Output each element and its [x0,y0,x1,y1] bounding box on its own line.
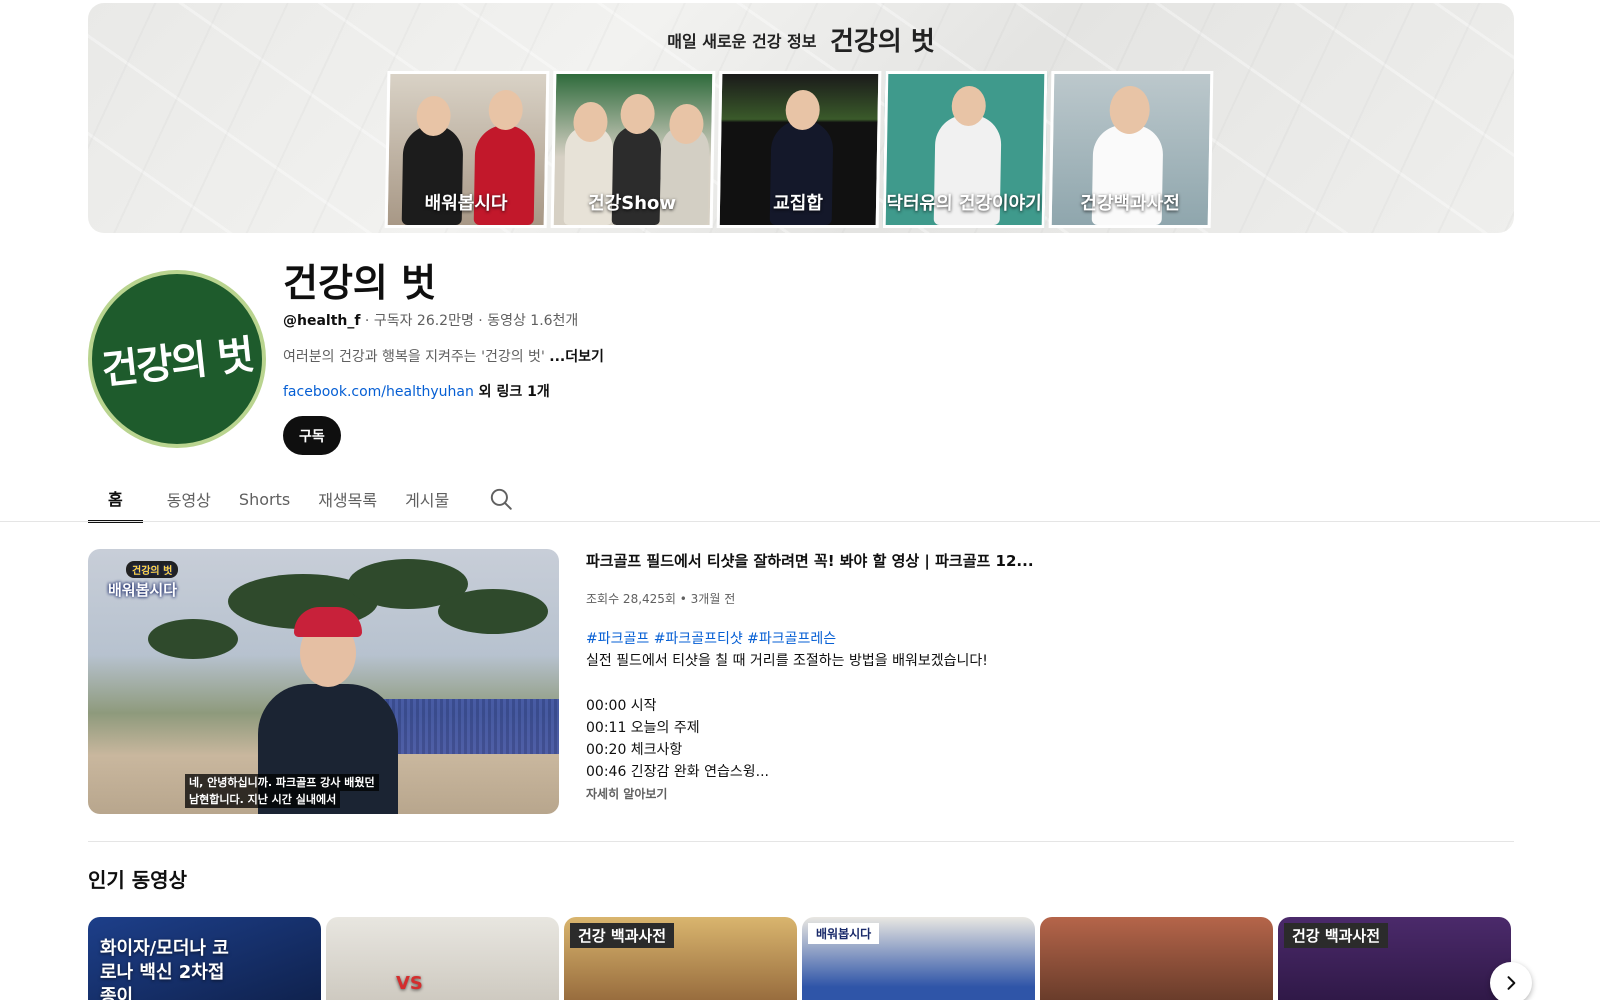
popular-video-thumbnail[interactable]: 배워봅시다 [802,917,1035,1000]
thumbnail-caption: 네, 안녕하십니까. 파크골프 강사 배웠던 남현합니다. 지난 시간 실내에서 [185,774,379,808]
section-divider [88,841,1514,842]
caption-line-1: 네, 안녕하십니까. 파크골프 강사 [189,776,341,789]
avatar-text: 건강의 벗 [99,331,255,394]
popular-video-thumbnail[interactable] [1040,917,1273,1000]
channel-avatar[interactable]: 건강의 벗 [88,270,266,448]
featured-summary: 실전 필드에서 티샷을 칠 때 거리를 조절하는 방법을 배워보겠습니다! [586,653,988,669]
chapter-item[interactable]: 00:11 오늘의 주제 [586,717,700,737]
thumbnail-badge: 건강의 벗 배워봅시다 [108,561,179,600]
channel-handle: @health_f [283,313,361,329]
channel-banner: 매일 새로운 건강 정보 건강의 벗 배워봅시다 건강Show 교집합 닥터유의… [88,3,1514,233]
popular-video-text: 건강 백과사전 [570,923,675,948]
banner-brand: 건강의 벗 [830,27,935,57]
facebook-link[interactable]: facebook.com/healthyuhan [283,384,474,400]
caption-line-2: 남현합니다. 지난 시간 실내에서 [185,791,341,808]
channel-name: 건강의 벗 [283,261,437,305]
channel-tabs: 홈 동영상 Shorts 재생목록 게시물 [88,475,521,523]
channel-stats: · 구독자 26.2만명 · 동영상 1.6천개 [360,313,579,329]
chapter-item[interactable]: 00:46 긴장감 완화 연습스윙... [586,761,769,781]
tab-shorts[interactable]: Shorts [227,475,302,523]
tabs-divider [0,521,1600,522]
banner-tile-label: 건강Show [587,193,677,214]
popular-video-text: 화이자/모더나 코로나 백신 2차접종이 [100,938,229,1000]
featured-video-title[interactable]: 파크골프 필드에서 티샷을 잘하려면 꼭! 봐야 할 영상 | 파크골프 12.… [586,550,1046,571]
banner-tile: 닥터유의 건강이야기 [882,71,1048,228]
banner-tagline-text: 매일 새로운 건강 정보 [667,32,817,51]
popular-video-text: 배워봅시다 [808,923,880,944]
featured-video-stats: 조회수 28,425회 • 3개월 전 [586,592,736,606]
banner-tile: 건강Show [550,71,716,228]
chevron-right-icon[interactable] [1490,962,1532,1000]
tab-home[interactable]: 홈 [88,475,143,523]
featured-video-thumbnail[interactable]: 건강의 벗 배워봅시다 네, 안녕하십니까. 파크골프 강사 배웠던 남현합니다… [88,549,559,814]
chapter-item[interactable]: 00:20 체크사항 [586,739,682,759]
banner-tagline: 매일 새로운 건강 정보 건강의 벗 [88,21,1514,58]
learn-more-link[interactable]: 자세히 알아보기 [586,785,667,802]
search-icon[interactable] [481,475,521,523]
banner-tile-label: 건강백과사전 [1080,193,1180,214]
banner-tile: 교집합 [716,71,882,228]
channel-meta: @health_f · 구독자 26.2만명 · 동영상 1.6천개 [283,310,578,330]
caption-extra: 배웠던 [344,776,375,789]
chapter-item[interactable]: 00:00 시작 [586,695,657,715]
banner-tile-label: 교집합 [773,193,824,214]
tab-posts[interactable]: 게시물 [393,475,461,523]
popular-videos-row: 화이자/모더나 코로나 백신 2차접종이 VS 건강 백과사전 배워봅시다 건강… [88,917,1511,1000]
more-link[interactable]: ...더보기 [549,349,604,365]
banner-tile: 배워봅시다 [384,71,550,228]
subscribe-button[interactable]: 구독 [283,416,341,455]
channel-description[interactable]: 여러분의 건강과 행복을 지켜주는 '건강의 벗' ...더보기 [283,346,604,366]
popular-video-thumbnail[interactable]: 건강 백과사전 [564,917,797,1000]
tab-playlists[interactable]: 재생목록 [306,475,389,523]
banner-tile-label: 닥터유의 건강이야기 [886,193,1042,214]
description-text: 여러분의 건강과 행복을 지켜주는 '건강의 벗' [283,349,550,365]
popular-video-thumbnail[interactable]: VS [326,917,559,1000]
banner-tile-label: 배워봅시다 [424,193,508,214]
banner-tiles: 배워봅시다 건강Show 교집합 닥터유의 건강이야기 건강백과사전 [384,71,1214,228]
thumbnail-badge-top: 건강의 벗 [126,561,179,578]
popular-video-text: 건강 백과사전 [1284,923,1389,948]
popular-videos-title: 인기 동영상 [88,868,187,892]
banner-tile: 건강백과사전 [1048,71,1214,228]
channel-links: facebook.com/healthyuhan 외 링크 1개 [283,381,550,401]
popular-video-thumbnail[interactable]: 화이자/모더나 코로나 백신 2차접종이 [88,917,321,1000]
extra-links[interactable]: 외 링크 1개 [474,384,550,400]
featured-hashtags[interactable]: #파크골프 #파크골프티샷 #파크골프레슨 [586,628,836,648]
thumbnail-badge-text: 배워봅시다 [108,581,178,599]
popular-video-thumbnail[interactable]: 건강 백과사전 [1278,917,1511,1000]
popular-video-text: VS [396,973,423,994]
tab-videos[interactable]: 동영상 [155,475,223,523]
